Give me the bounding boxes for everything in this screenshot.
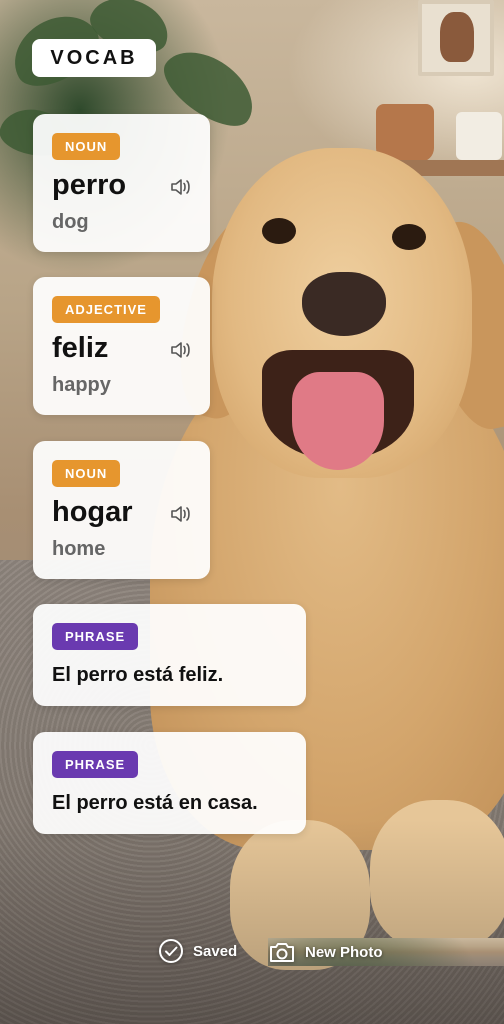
english-translation: happy <box>52 374 111 396</box>
phrase-tag: PHRASE <box>52 623 139 650</box>
phrase-text: El perro está feliz. <box>52 664 224 686</box>
part-of-speech-tag: NOUN <box>52 460 121 487</box>
spanish-word: hogar <box>52 496 133 528</box>
speaker-icon[interactable] <box>169 176 193 198</box>
saved-button[interactable]: Saved <box>158 938 237 964</box>
bottom-action-bar: Saved New Photo <box>0 938 504 966</box>
vocab-card-feliz[interactable]: ADJECTIVE feliz happy <box>33 277 210 415</box>
camera-icon <box>270 943 294 962</box>
spanish-word: perro <box>52 169 127 201</box>
part-of-speech-tag: ADJECTIVE <box>52 296 160 323</box>
vocab-card-perro[interactable]: NOUN perro dog <box>33 114 210 252</box>
speaker-icon[interactable] <box>169 503 193 525</box>
english-translation: dog <box>52 211 89 233</box>
part-of-speech-tag: NOUN <box>52 133 121 160</box>
vocab-badge: VOCAB <box>32 39 156 77</box>
new-photo-label: New Photo <box>305 943 383 961</box>
saved-label: Saved <box>193 942 238 960</box>
phrase-card-2[interactable]: PHRASE El perro está en casa. <box>33 732 306 834</box>
check-circle-icon <box>159 939 183 963</box>
new-photo-button[interactable]: New Photo <box>268 938 504 966</box>
spanish-word: feliz <box>52 332 109 364</box>
english-translation: home <box>52 538 106 560</box>
phrase-text: El perro está en casa. <box>52 792 258 814</box>
phrase-card-1[interactable]: PHRASE El perro está feliz. <box>33 604 306 706</box>
speaker-icon[interactable] <box>169 339 193 361</box>
vocab-card-hogar[interactable]: NOUN hogar home <box>33 441 210 579</box>
phrase-tag: PHRASE <box>52 751 139 778</box>
